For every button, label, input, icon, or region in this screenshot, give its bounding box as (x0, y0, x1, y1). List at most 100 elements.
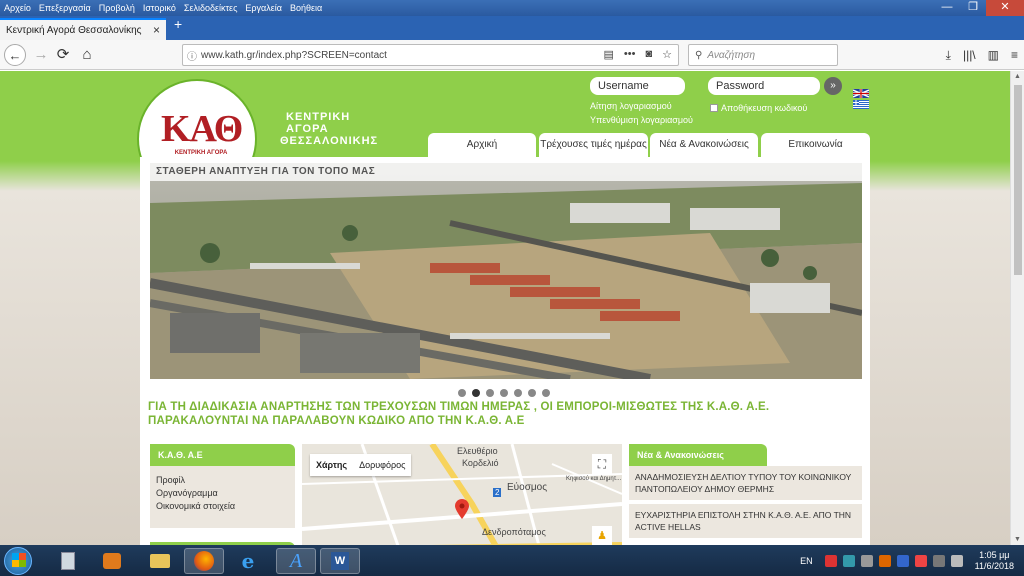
map-label: Δενδροπόταμος (482, 527, 546, 537)
account-reminder-link[interactable]: Υπενθύμιση λογαριασμού (590, 115, 693, 125)
hero-slider[interactable]: ΣΤΑΘΕΡΗ ΑΝΑΠΤΥΞΗ ΓΙΑ ΤΟΝ ΤΟΠΟ ΜΑΣ (150, 163, 862, 379)
reader-view-icon[interactable]: ▤ (604, 48, 614, 61)
browser-tab[interactable]: Κεντρική Αγορά Θεσσαλονίκης × (0, 18, 166, 40)
page-actions-icon[interactable]: ••• (624, 48, 636, 61)
map-label: Κηφισού και Δημητ... (566, 476, 622, 482)
slider-dot[interactable] (458, 389, 466, 397)
minimize-button[interactable]: — (934, 0, 960, 16)
tab-title: Κεντρική Αγορά Θεσσαλονίκης (6, 24, 142, 36)
tray-app-icon[interactable] (824, 554, 837, 567)
tray-app-icon[interactable] (896, 554, 909, 567)
main-content: ΣΤΑΘΕΡΗ ΑΝΑΠΤΥΞΗ ΓΙΑ ΤΟΝ ΤΟΠΟ ΜΑΣ ΓΙΑ ΤΗ… (140, 157, 870, 545)
news-item[interactable]: ΕΥΧΑΡΙΣΤΗΡΙΑ ΕΠΙΣΤΟΛΗ ΣΤΗΝ Κ.Α.Θ. Α.Ε. Α… (629, 504, 862, 538)
notice-text: ΓΙΑ ΤΗ ΔΙΑΔΙΚΑΣΙΑ ΑΝΑΡΤΗΣΗΣ ΤΩΝ ΤΡΕΧΟΥΣΩ… (148, 401, 770, 427)
menu-edit[interactable]: Επεξεργασία (35, 0, 95, 16)
explorer-icon[interactable] (140, 548, 180, 574)
new-tab-button[interactable]: + (174, 16, 182, 32)
google-map[interactable]: Χάρτης Δορυφόρος Ελευθέριο Κορδελιό Εύοσ… (302, 444, 622, 545)
slider-dots (458, 389, 550, 397)
info-icon[interactable]: ⓘ (183, 48, 201, 63)
bookmark-star-icon[interactable]: ☆ (662, 48, 672, 61)
url-text[interactable]: www.kath.gr/index.php?SCREEN=contact (201, 50, 387, 61)
financials-link[interactable]: Οικονομικά στοιχεία (156, 500, 289, 513)
site-title-line1: ΚΕΝΤΡΙΚΗ (286, 111, 351, 123)
ie-icon[interactable]: e (228, 548, 268, 574)
company-box-title: Κ.Α.Θ. Α.Ε (150, 444, 295, 466)
site-title: ΚΕΝΤΡΙΚΗ ΑΓΟΡΑ ΘΕΣΣΑΛΟΝΙΚΗΣ (280, 111, 378, 147)
news-item[interactable]: ΑΝΑΔΗΜΟΣΙΕΥΣΗ ΔΕΛΤΙΟΥ ΤΥΠΟΥ ΤΟΥ ΚΟΙΝΩΝΙΚ… (629, 466, 862, 500)
satellite-tab[interactable]: Δορυφόρος (353, 454, 411, 476)
reload-button[interactable]: ⟳ (52, 44, 74, 66)
menu-icon[interactable]: ≡ (1011, 48, 1018, 63)
fullscreen-icon[interactable]: ⛶ (592, 454, 612, 474)
greek-flag-icon[interactable] (853, 89, 869, 109)
url-bar[interactable]: ⓘ www.kath.gr/index.php?SCREEN=contact ▤… (182, 44, 679, 66)
start-button[interactable] (4, 547, 32, 575)
slider-dot[interactable] (486, 389, 494, 397)
menu-view[interactable]: Προβολή (95, 0, 139, 16)
volume-icon[interactable] (950, 554, 963, 567)
maximize-button[interactable]: ❐ (960, 0, 986, 16)
close-tab-icon[interactable]: × (153, 23, 160, 37)
media-player-icon[interactable] (92, 548, 132, 574)
font-icon[interactable]: A (276, 548, 316, 574)
library-icon[interactable]: |||\ (963, 48, 976, 63)
scroll-up-icon[interactable]: ▲ (1014, 73, 1021, 80)
firefox-icon[interactable] (184, 548, 224, 574)
sidebar-icon[interactable]: ▥ (988, 48, 999, 63)
menu-tools[interactable]: Εργαλεία (241, 0, 286, 16)
pegman-icon[interactable]: ♟ (592, 526, 612, 545)
back-button[interactable]: ← (4, 44, 26, 66)
web-page: ΚΑΘ ΚΕΝΤΡΙΚΗ ΑΓΟΡΑ ΘΕΣΣΑΛΟΝΙΚΗΣ Α.Ε ΚΕΝΤ… (0, 71, 1010, 545)
forward-button[interactable]: → (30, 44, 52, 66)
clock-time: 1:05 μμ (979, 549, 1010, 560)
nav-current-prices[interactable]: Τρέχουσες τιμές ημέρας (539, 133, 648, 157)
tray-app-icon[interactable] (878, 554, 891, 567)
slider-dot[interactable] (514, 389, 522, 397)
close-window-button[interactable]: ✕ (986, 0, 1024, 16)
clock[interactable]: 1:05 μμ 11/6/2018 (975, 550, 1014, 572)
nav-home[interactable]: Αρχική (428, 133, 536, 157)
calculator-icon[interactable] (48, 548, 88, 574)
nav-contact[interactable]: Επικοινωνία (761, 133, 870, 157)
password-field[interactable]: Password (708, 77, 820, 95)
scrollbar-thumb[interactable] (1014, 85, 1022, 275)
company-box: Κ.Α.Θ. Α.Ε Προφίλ Οργανόγραμμα Οικονομικ… (150, 444, 295, 532)
map-type-tabs: Χάρτης Δορυφόρος (310, 454, 412, 476)
slider-dot[interactable] (500, 389, 508, 397)
aerial-photo (150, 163, 862, 379)
menu-file[interactable]: Αρχείο (0, 0, 35, 16)
map-pin-icon[interactable] (455, 499, 469, 519)
search-input[interactable]: ⚲ Αναζήτηση (688, 44, 838, 66)
tray-app-icon[interactable] (842, 554, 855, 567)
menu-history[interactable]: Ιστορικό (139, 0, 180, 16)
page-scrollbar[interactable]: ▲ ▼ (1010, 71, 1024, 545)
pocket-icon[interactable]: ◙ (645, 48, 652, 61)
remember-password[interactable]: Αποθήκευση κωδικού (710, 103, 807, 113)
logo-text: ΚΑΘ (161, 108, 243, 150)
request-account-link[interactable]: Αίτηση λογαριασμού (590, 101, 672, 111)
profile-link[interactable]: Προφίλ (156, 474, 289, 487)
username-field[interactable]: Username (590, 77, 685, 95)
scroll-down-icon[interactable]: ▼ (1014, 536, 1021, 543)
map-tab[interactable]: Χάρτης (310, 454, 353, 476)
menu-help[interactable]: Βοήθεια (286, 0, 326, 16)
tray-app-icon[interactable] (914, 554, 927, 567)
tray-app-icon[interactable] (860, 554, 873, 567)
org-chart-link[interactable]: Οργανόγραμμα (156, 487, 289, 500)
login-submit-button[interactable]: » (824, 77, 842, 95)
slider-dot-active[interactable] (472, 389, 480, 397)
download-icon[interactable]: ⤓ (946, 48, 951, 63)
language-indicator[interactable]: EN (800, 556, 813, 566)
site-title-line2: ΑΓΟΡΑ (286, 123, 329, 135)
network-icon[interactable] (932, 554, 945, 567)
menu-bookmarks[interactable]: Σελιδοδείκτες (180, 0, 242, 16)
nav-toolbar: ← → ⟳ ⌂ ⓘ www.kath.gr/index.php?SCREEN=c… (0, 40, 1024, 70)
home-button[interactable]: ⌂ (76, 44, 98, 66)
hero-caption: ΣΤΑΘΕΡΗ ΑΝΑΠΤΥΞΗ ΓΙΑ ΤΟΝ ΤΟΠΟ ΜΑΣ (150, 163, 862, 181)
remember-checkbox[interactable] (710, 104, 718, 112)
slider-dot[interactable] (542, 389, 550, 397)
word-icon[interactable]: W (320, 548, 360, 574)
nav-news[interactable]: Νέα & Ανακοινώσεις (650, 133, 758, 157)
slider-dot[interactable] (528, 389, 536, 397)
